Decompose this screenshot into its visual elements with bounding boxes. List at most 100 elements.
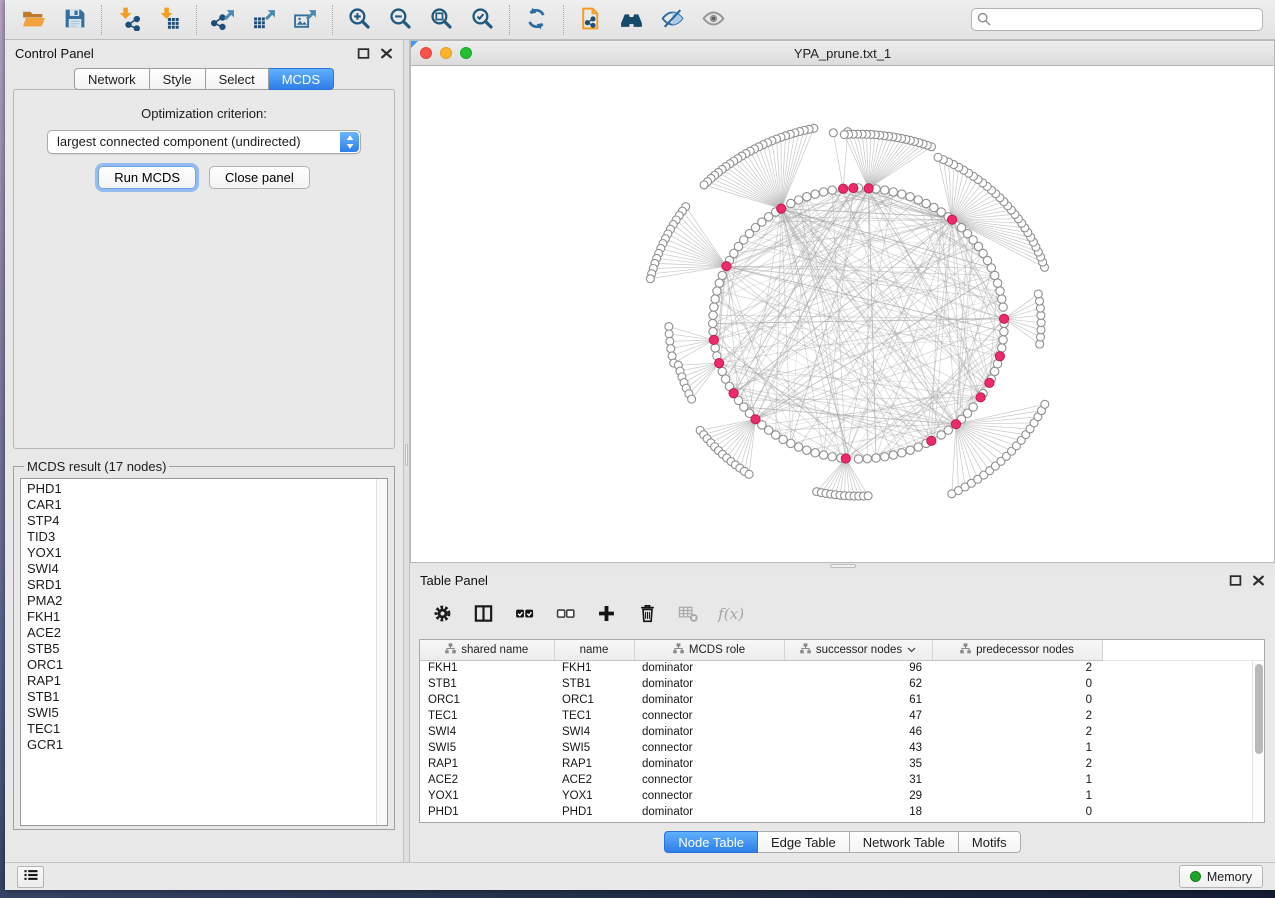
mcds-result-item[interactable]: YOX1 [27,545,387,561]
table-cell[interactable]: TEC1 [554,708,634,724]
table-cell[interactable]: connector [634,772,784,788]
run-mcds-button[interactable]: Run MCDS [98,166,196,189]
table-cell[interactable]: 2 [932,660,1102,676]
mcds-result-item[interactable]: PHD1 [27,481,387,497]
table-row[interactable]: TEC1TEC1connector472 [420,708,1264,724]
network-titlebar[interactable]: YPA_prune.txt_1 [411,41,1274,66]
deselect-all-rows-button[interactable] [553,603,577,627]
table-cell[interactable]: 2 [932,708,1102,724]
table-row[interactable]: ORC1ORC1dominator610 [420,692,1264,708]
export-table-button[interactable] [244,3,285,37]
zoom-in-button[interactable] [339,3,380,37]
open-session-button[interactable] [13,3,54,37]
table-row[interactable]: SWI4SWI4dominator462 [420,724,1264,740]
tab-motifs[interactable]: Motifs [959,831,1021,853]
mcds-result-item[interactable]: ACE2 [27,625,387,641]
table-cell[interactable]: 61 [784,692,932,708]
zoom-out-button[interactable] [380,3,421,37]
close-panel-button[interactable]: Close panel [209,166,310,189]
table-cell[interactable]: 1 [932,772,1102,788]
table-cell[interactable]: RAP1 [554,756,634,772]
table-scrollbar-thumb[interactable] [1255,664,1263,754]
save-session-button[interactable] [54,3,95,37]
table-cell[interactable]: 18 [784,804,932,820]
table-row[interactable]: FKH1FKH1dominator962 [420,660,1264,676]
table-cell[interactable]: dominator [634,804,784,820]
table-cell[interactable]: 1 [932,740,1102,756]
mcds-result-item[interactable]: STP4 [27,513,387,529]
mcds-result-item[interactable]: GCR1 [27,737,387,753]
table-cell[interactable]: 35 [784,756,932,772]
search-input[interactable] [971,8,1263,31]
horizontal-splitter-handle[interactable] [830,564,856,568]
mcds-result-item[interactable]: PMA2 [27,593,387,609]
column-header-name[interactable]: name [554,640,634,660]
criterion-select[interactable]: largest connected component (undirected) [47,130,361,154]
table-cell[interactable]: 47 [784,708,932,724]
close-panel-icon[interactable] [380,47,393,60]
table-cell[interactable]: connector [634,788,784,804]
memory-button[interactable]: Memory [1179,865,1263,888]
table-row[interactable]: PHD1PHD1dominator180 [420,804,1264,820]
mcds-result-item[interactable]: SWI5 [27,705,387,721]
mcds-result-item[interactable]: TEC1 [27,721,387,737]
table-cell[interactable]: SWI5 [420,740,554,756]
table-cell[interactable]: dominator [634,724,784,740]
mcds-result-item[interactable]: FKH1 [27,609,387,625]
show-hidden-button[interactable] [693,3,734,37]
close-table-panel-icon[interactable] [1252,574,1265,587]
table-cell[interactable]: 62 [784,676,932,692]
sort-desc-icon[interactable] [907,644,916,656]
table-cell[interactable]: dominator [634,756,784,772]
tab-style[interactable]: Style [150,68,206,90]
export-image-button[interactable] [285,3,326,37]
mcds-result-item[interactable]: ORC1 [27,657,387,673]
zoom-selected-button[interactable] [462,3,503,37]
add-column-button[interactable] [594,603,618,627]
tab-network[interactable]: Network [74,68,150,90]
table-settings-button[interactable] [430,603,454,627]
tab-select[interactable]: Select [206,68,269,90]
table-cell[interactable]: 31 [784,772,932,788]
show-columns-button[interactable] [471,603,495,627]
table-cell[interactable]: PHD1 [554,804,634,820]
table-cell[interactable]: SWI4 [420,724,554,740]
mcds-result-item[interactable]: SRD1 [27,577,387,593]
delete-columns-button[interactable] [635,603,659,627]
tab-edge-table[interactable]: Edge Table [758,831,850,853]
table-cell[interactable]: SWI4 [554,724,634,740]
export-network-button[interactable] [203,3,244,37]
table-cell[interactable]: ACE2 [420,772,554,788]
table-cell[interactable]: FKH1 [420,660,554,676]
table-row[interactable]: ACE2ACE2connector311 [420,772,1264,788]
mcds-result-item[interactable]: STB5 [27,641,387,657]
table-cell[interactable]: YOX1 [420,788,554,804]
table-cell[interactable]: TEC1 [420,708,554,724]
float-panel-icon[interactable] [357,47,370,60]
table-cell[interactable]: PHD1 [420,804,554,820]
column-header-successor-nodes[interactable]: successor nodes [784,640,932,660]
table-scrollbar[interactable] [1252,661,1264,821]
float-table-panel-icon[interactable] [1229,574,1242,587]
table-row[interactable]: RAP1RAP1dominator352 [420,756,1264,772]
table-row[interactable]: SWI5SWI5connector431 [420,740,1264,756]
mcds-result-item[interactable]: SWI4 [27,561,387,577]
table-cell[interactable]: 2 [932,724,1102,740]
table-cell[interactable]: 0 [932,692,1102,708]
table-cell[interactable]: SWI5 [554,740,634,756]
table-cell[interactable]: dominator [634,692,784,708]
column-header-predecessor-nodes[interactable]: predecessor nodes [932,640,1102,660]
mcds-result-item[interactable]: RAP1 [27,673,387,689]
import-table-button[interactable] [149,3,190,37]
table-cell[interactable]: connector [634,708,784,724]
table-cell[interactable]: 2 [932,756,1102,772]
table-row[interactable]: STB1STB1dominator620 [420,676,1264,692]
table-cell[interactable]: ORC1 [420,692,554,708]
vertical-splitter-handle[interactable] [405,444,408,466]
table-cell[interactable]: STB1 [420,676,554,692]
toggle-visibility-button[interactable] [652,3,693,37]
table-row[interactable]: YOX1YOX1connector291 [420,788,1264,804]
table-cell[interactable]: ACE2 [554,772,634,788]
table-cell[interactable]: 1 [932,788,1102,804]
vertical-splitter[interactable] [403,40,410,862]
